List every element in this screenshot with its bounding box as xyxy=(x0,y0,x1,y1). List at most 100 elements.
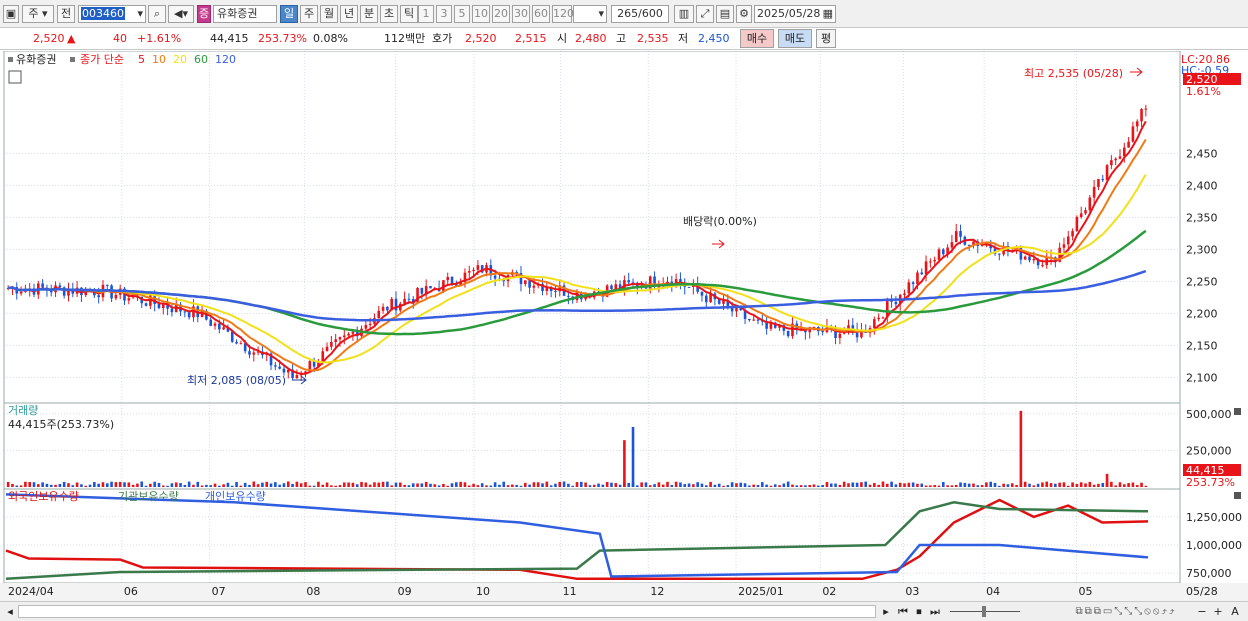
stock-code-input[interactable]: 003460 ▾ xyxy=(78,5,146,23)
period-button-4[interactable]: 분 xyxy=(360,5,378,23)
stock-name-field[interactable]: 유화증권 xyxy=(213,5,277,23)
candle xyxy=(567,295,570,297)
volume-bar xyxy=(480,483,484,487)
volume-bar xyxy=(980,485,984,487)
period-button-3[interactable]: 년 xyxy=(340,5,358,23)
candle xyxy=(170,308,174,313)
buy-button[interactable]: 매수 xyxy=(740,29,774,48)
volume-bar xyxy=(1084,483,1087,487)
volume-bar xyxy=(489,485,493,487)
candle xyxy=(1135,121,1139,127)
interval-button-30[interactable]: 30 xyxy=(512,5,530,23)
volume-bar xyxy=(6,481,10,487)
toolbar: ▣ 주 ▾ 전 003460 ▾ ⌕ ◀▾ 증 유화증권 ▾ 265/600 ▥ … xyxy=(0,0,1248,28)
zoom-in-icon[interactable]: + xyxy=(1212,604,1224,619)
interval-button-1[interactable]: 1 xyxy=(418,5,434,23)
date-field[interactable]: 2025/05/28 ▦ xyxy=(754,5,836,23)
interval-button-10[interactable]: 10 xyxy=(472,5,490,23)
volume-bar xyxy=(308,485,312,487)
change-pct: +1.61% xyxy=(137,32,182,45)
stock-type-select[interactable]: 주 ▾ xyxy=(22,5,54,23)
first-page-icon[interactable]: ⏮ xyxy=(896,604,910,619)
volume-bar xyxy=(916,483,919,487)
grid-toggle-icon[interactable] xyxy=(8,70,22,84)
volume-bar xyxy=(541,483,544,487)
stock-chart[interactable]: 2,450 2,400 2,350 2,300 2,250 2,200 2,150 2,100… xyxy=(0,51,1248,601)
candle xyxy=(523,280,527,285)
volume-bar xyxy=(239,485,243,487)
scroll-bar[interactable]: ◂ ▸ ⏮ ⏹ ⏭ ⧉⧉⧉▭⤡⤡⤡⦸⦸⤴⤴ − + A xyxy=(0,601,1248,621)
volume-bar xyxy=(855,482,859,487)
calendar-icon[interactable]: ▦ xyxy=(823,6,835,22)
search-icon[interactable]: ⌕ xyxy=(148,5,166,23)
candle-type-icon[interactable]: ▥ xyxy=(674,5,694,23)
save-icon[interactable]: ▤ xyxy=(716,5,734,23)
volume-bar xyxy=(937,485,941,487)
period-button-0[interactable]: 일 xyxy=(280,5,298,23)
candle xyxy=(338,337,342,340)
interval-button-3[interactable]: 3 xyxy=(436,5,452,23)
volume-bar xyxy=(942,481,945,487)
average-button[interactable]: 평 xyxy=(816,29,836,48)
volume-bar xyxy=(873,482,876,487)
volume-bar xyxy=(49,484,53,487)
amount-value: 112백만 xyxy=(384,32,426,45)
speaker-icon[interactable]: ◀▾ xyxy=(168,5,194,23)
sell-button[interactable]: 매도 xyxy=(778,29,812,48)
interval-button-120[interactable]: 120 xyxy=(552,5,574,23)
volume-bar xyxy=(140,481,144,487)
volume-bar xyxy=(1071,482,1074,487)
candle xyxy=(368,323,372,326)
volume-last-pct: 253.73% xyxy=(1186,476,1235,489)
interval-button-60[interactable]: 60 xyxy=(532,5,550,23)
volume-bar xyxy=(523,482,527,487)
interval-button-20[interactable]: 20 xyxy=(492,5,510,23)
draw-tool-icon[interactable]: ⤢ xyxy=(696,5,714,23)
volume-bar xyxy=(696,482,699,487)
volume-bar xyxy=(761,482,764,487)
candle xyxy=(467,271,471,273)
gear-icon[interactable]: ⚙ xyxy=(736,5,752,23)
volume-bar xyxy=(640,482,643,487)
zoom-slider-handle[interactable] xyxy=(982,606,986,617)
candle xyxy=(377,310,381,319)
candle xyxy=(19,291,23,294)
scroll-right-icon[interactable]: ▸ xyxy=(880,604,892,619)
holding-line-0 xyxy=(5,498,1149,581)
scroll-track[interactable] xyxy=(18,605,876,618)
candle xyxy=(1131,126,1135,142)
interval-select[interactable]: ▾ xyxy=(573,5,607,23)
stop-icon[interactable]: ⏹ xyxy=(912,604,926,619)
candle xyxy=(1140,109,1143,122)
window-icon[interactable]: ▣ xyxy=(3,5,19,23)
volume-bar xyxy=(954,484,958,487)
candle xyxy=(821,331,824,333)
volume-bar xyxy=(769,485,773,487)
stock-code-value: 003460 xyxy=(81,7,125,20)
volume-bar xyxy=(920,483,924,487)
prev-button[interactable]: 전 xyxy=(57,5,75,23)
period-button-1[interactable]: 주 xyxy=(300,5,318,23)
period-button-5[interactable]: 초 xyxy=(380,5,398,23)
drawing-tools[interactable]: ⧉⧉⧉▭⤡⤡⤡⦸⦸⤴⤴ xyxy=(1028,604,1224,619)
scroll-left-icon[interactable]: ◂ xyxy=(4,604,16,619)
interval-button-5[interactable]: 5 xyxy=(454,5,470,23)
zoom-out-icon[interactable]: − xyxy=(1196,604,1208,619)
period-button-6[interactable]: 틱 xyxy=(400,5,418,23)
institution-legend: 기관보유수량 xyxy=(118,490,179,503)
candle xyxy=(894,301,898,305)
x-tick-label: 05/28 xyxy=(1186,585,1218,598)
volume-bar xyxy=(817,485,820,487)
last-page-icon[interactable]: ⏭ xyxy=(928,604,942,619)
volume-spike xyxy=(1105,473,1109,487)
auto-scale-icon[interactable]: A xyxy=(1229,604,1241,619)
period-button-2[interactable]: 월 xyxy=(320,5,338,23)
volume-bar xyxy=(45,483,49,487)
candle xyxy=(627,280,631,283)
panel-close-icon[interactable] xyxy=(1234,492,1241,499)
panel-close-icon[interactable] xyxy=(1234,408,1241,415)
candle xyxy=(959,231,962,237)
count-field[interactable]: 265/600 xyxy=(611,5,669,23)
candle xyxy=(933,259,936,262)
holding-y-tick: 1,250,000 xyxy=(1186,511,1242,524)
